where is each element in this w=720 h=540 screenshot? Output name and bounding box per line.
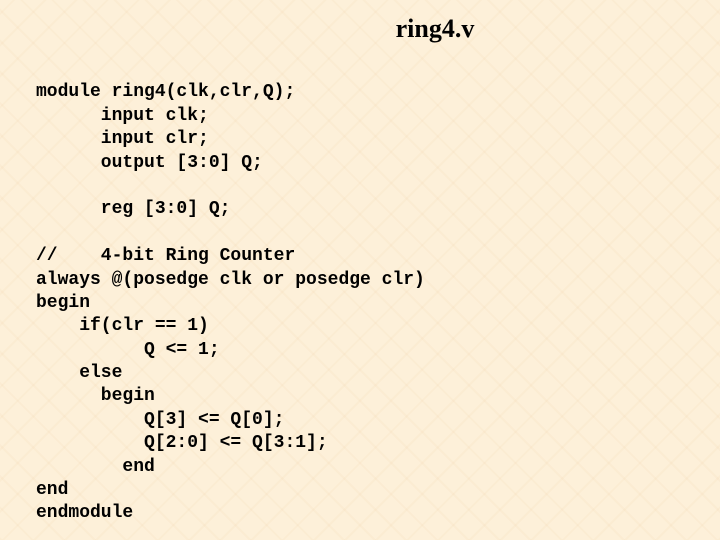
code-line: input clk; — [36, 106, 209, 126]
code-line: Q <= 1; — [36, 340, 220, 360]
code-line: begin — [36, 386, 155, 406]
code-line: end — [36, 457, 155, 477]
code-line: module ring4(clk,clr,Q); — [36, 82, 295, 102]
code-line: end — [36, 480, 68, 500]
code-line: endmodule — [36, 503, 133, 523]
code-line: // 4-bit Ring Counter — [36, 246, 295, 266]
code-line: always @(posedge clk or posedge clr) — [36, 270, 425, 290]
code-line: input clr; — [36, 129, 209, 149]
file-title: ring4.v — [0, 14, 720, 44]
code-line: reg [3:0] Q; — [36, 199, 230, 219]
code-line: output [3:0] Q; — [36, 153, 263, 173]
code-line: begin — [36, 293, 90, 313]
code-line: Q[2:0] <= Q[3:1]; — [36, 433, 328, 453]
code-block: module ring4(clk,clr,Q); input clk; inpu… — [36, 58, 425, 526]
code-line: Q[3] <= Q[0]; — [36, 410, 284, 430]
code-line: else — [36, 363, 122, 383]
code-line: if(clr == 1) — [36, 316, 209, 336]
